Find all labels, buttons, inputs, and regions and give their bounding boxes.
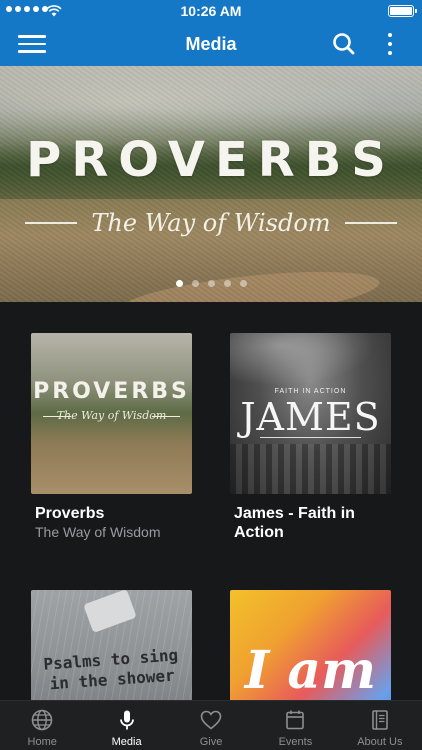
media-subtitle: The Way of Wisdom [35, 524, 161, 540]
media-card-james[interactable]: FAITH IN ACTION JAMES James - Faith in A… [230, 333, 391, 542]
tab-about-us[interactable]: About Us [338, 701, 422, 750]
divider [25, 222, 78, 224]
carousel-dot-active[interactable] [175, 280, 183, 287]
tab-label: Events [278, 736, 313, 748]
status-bar: 10:26 AM [0, 0, 422, 22]
hero-subtitle-row: The Way of Wisdom [0, 209, 422, 237]
media-title: Proverbs [35, 505, 105, 522]
battery-icon [388, 5, 417, 17]
app-bar: Media [0, 22, 422, 66]
media-artwork: FAITH IN ACTION JAMES [230, 333, 391, 494]
tab-label: Give [199, 736, 223, 748]
search-icon [333, 33, 355, 55]
artwork-title: PROVERBS [33, 379, 190, 404]
artwork-title: JAMES [240, 395, 381, 439]
microphone-icon [119, 710, 134, 730]
carousel-dot[interactable] [207, 280, 215, 287]
tab-media[interactable]: Media [84, 701, 168, 750]
media-card-proverbs[interactable]: PROVERBS The Way of Wisdom Proverbs The … [31, 333, 192, 540]
heart-icon [200, 710, 222, 730]
artwork-tagline: FAITH IN ACTION [274, 388, 347, 395]
tab-label: Home [27, 736, 57, 748]
hero-title: PROVERBS [26, 132, 396, 188]
carousel-dot[interactable] [223, 280, 231, 287]
tab-label: About Us [357, 736, 403, 748]
carousel-dot[interactable] [191, 280, 199, 287]
artwork-title: I am [244, 640, 377, 701]
page-title: Media [185, 34, 237, 54]
status-time: 10:26 AM [180, 3, 242, 19]
book-icon [372, 710, 388, 730]
more-vertical-icon [388, 33, 392, 37]
carousel-indicator[interactable] [0, 280, 422, 287]
tab-label: Media [111, 736, 142, 748]
tab-events[interactable]: Events [253, 701, 337, 750]
tab-bar: Home Media Give Events About Us [0, 700, 422, 750]
calendar-icon [286, 710, 305, 730]
hero-subtitle: The Way of Wisdom [91, 209, 331, 237]
search-button[interactable] [330, 30, 358, 58]
media-artwork: PROVERBS The Way of Wisdom [31, 333, 192, 494]
globe-icon [31, 709, 53, 731]
more-options-button[interactable] [380, 30, 400, 58]
tab-give[interactable]: Give [169, 701, 253, 750]
media-grid: PROVERBS The Way of Wisdom Proverbs The … [0, 302, 422, 750]
hero-banner[interactable]: PROVERBS The Way of Wisdom [0, 66, 422, 302]
divider [344, 222, 397, 224]
carousel-dot[interactable] [239, 280, 247, 287]
media-title: James - Faith in Action [234, 505, 355, 541]
tab-home[interactable]: Home [0, 701, 84, 750]
